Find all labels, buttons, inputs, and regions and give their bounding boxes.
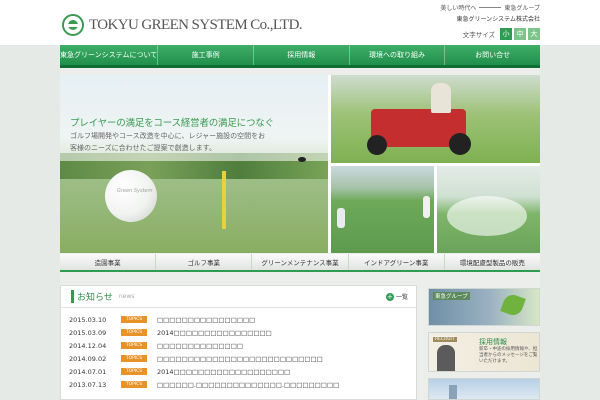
recruit-description: 新卒・中途の採用情報や、担当者からのメッセージをご覧いただけます。 [479,347,538,364]
font-size-large-button[interactable]: 大 [528,28,540,40]
news-list-all-button[interactable]: + 一覧 [385,292,408,301]
pin-top-image [298,157,306,162]
news-link[interactable]: □□□□□□.□□□□□□□□□□□□□□.□□□□□□□□□ [157,381,339,389]
font-size-label: 文字サイズ [462,31,495,39]
person-image [437,345,455,371]
golf-ball-image: Green System [105,170,157,222]
news-link[interactable]: 2014□□□□□□□□□□□□□□□□□□□ [157,368,290,376]
plus-icon: + [385,292,394,301]
building-image [449,385,457,399]
news-topic-badge: TOPICS [121,316,147,323]
recruit-tag: RECRUIT [433,337,457,342]
tokyu-group-banner[interactable]: 東急グループ [428,288,540,326]
golfer-figure [337,208,345,228]
news-item: 2014.09.02 TOPICS □□□□□□□□□□□□□□□□□□□□□□… [69,352,409,365]
banner-label: 東急グループ [433,292,470,300]
news-item: 2015.03.09 TOPICS 2014□□□□□□□□□□□□□□□□ [69,326,409,339]
font-size-switcher: 文字サイズ 小 中 大 [463,28,540,40]
company-name: 東急グリーンシステム株式会社 [456,16,540,23]
business-category-nav: 造園事業 ゴルフ事業 グリーンメンテナンス事業 インドアグリーン事業 環境配慮型… [60,254,541,272]
news-header: お知らせ news [61,286,416,308]
nav-item-recruit[interactable]: 採用情報 [252,45,349,65]
mower-operator [431,83,451,113]
news-topic-badge: TOPICS [121,342,147,349]
recruit-title: 採用情報 [479,338,507,346]
news-date: 2015.03.10 [69,315,107,324]
news-list: 2015.03.10 TOPICS □□□□□□□□□□□□□□□□ 2015.… [69,313,409,391]
news-date: 2014.12.04 [69,341,107,350]
mower-photo [331,75,540,163]
group-tagline: 美しい時代へ 東急グループ [440,3,540,12]
news-item: 2013.07.13 TOPICS □□□□□□.□□□□□□□□□□□□□□.… [69,378,409,391]
golfer-figure [423,196,430,218]
hero-subtitle: ゴルフ場開発やコース改造を中心に、レジャー施設の空間をお客様のニーズに合わせたご… [70,132,266,152]
news-topic-badge: TOPICS [121,381,147,388]
flag-pin-image [222,171,226,229]
news-topic-badge: TOPICS [121,355,147,362]
nav-item-contact[interactable]: お問い合せ [444,45,540,65]
news-section: お知らせ news + 一覧 2015.03.10 TOPICS □□□□□□□… [60,285,417,400]
news-date: 2014.09.02 [69,354,107,363]
tagline-right: 東急グループ [504,5,540,12]
mower-wheel [367,135,387,155]
hero-title: プレイヤーの満足をコース経営者の満足につなぐ [70,118,274,129]
mower-wheel [449,133,471,155]
global-nav: 東急グリーンシステムについて 施工事例 採用情報 環境への取り組み お問い合せ [60,45,540,68]
news-item: 2014.12.04 TOPICS □□□□□□□□□□□□□□ [69,339,409,352]
nav-item-works[interactable]: 施工事例 [157,45,253,65]
sprinkler-mist [447,196,527,236]
font-size-medium-button[interactable]: 中 [514,28,526,40]
news-date: 2015.03.09 [69,328,107,337]
sprout-icon [500,292,526,318]
news-link[interactable]: □□□□□□□□□□□□□□□□ [157,316,255,324]
news-topic-badge: TOPICS [121,329,147,336]
news-title-en: news [118,293,135,300]
news-link[interactable]: 2014□□□□□□□□□□□□□□□□ [157,329,272,337]
category-landscaping[interactable]: 造園事業 [60,254,156,270]
hero-slideshow: プレイヤーの満足をコース経営者の満足につなぐ ゴルフ場開発やコース改造を中心に、… [60,75,540,253]
news-link[interactable]: □□□□□□□□□□□□□□ [157,342,243,350]
tagline-left: 美しい時代へ [440,5,477,12]
hero-main-photo: プレイヤーの満足をコース経営者の満足につなぐ ゴルフ場開発やコース改造を中心に、… [60,75,328,253]
nav-item-environment[interactable]: 環境への取り組み [348,45,445,65]
news-topic-badge: TOPICS [121,368,147,375]
sprinkler-photo [437,166,540,253]
news-link[interactable]: □□□□□□□□□□□□□□□□□□□□□□□□□□□ [157,355,323,363]
news-all-label: 一覧 [395,294,408,301]
recruit-banner[interactable]: RECRUIT 採用情報 新卒・中途の採用情報や、担当者からのメッセージをご覧い… [428,332,540,372]
nav-item-about[interactable]: 東急グリーンシステムについて [60,45,157,65]
news-date: 2014.07.01 [69,367,107,376]
news-date: 2013.07.13 [69,380,107,389]
news-item: 2014.07.01 TOPICS 2014□□□□□□□□□□□□□□□□□□… [69,365,409,378]
logo-mark-icon [62,14,84,36]
font-size-small-button[interactable]: 小 [500,28,512,40]
category-eco-products[interactable]: 環境配慮型製品の販売 [444,254,541,270]
golfers-photo [331,166,434,253]
news-title: お知らせ [71,290,113,303]
tagline-divider [479,7,502,8]
news-item: 2015.03.10 TOPICS □□□□□□□□□□□□□□□□ [69,313,409,326]
logo-text: TOKYU GREEN SYSTEM Co.,LTD. [89,16,303,33]
third-banner[interactable] [428,378,540,400]
category-golf[interactable]: ゴルフ事業 [156,254,252,270]
company-logo[interactable]: TOKYU GREEN SYSTEM Co.,LTD. [62,14,303,36]
category-indoor-green[interactable]: インドアグリーン事業 [348,254,444,270]
category-green-maintenance[interactable]: グリーンメンテナンス事業 [252,254,348,270]
